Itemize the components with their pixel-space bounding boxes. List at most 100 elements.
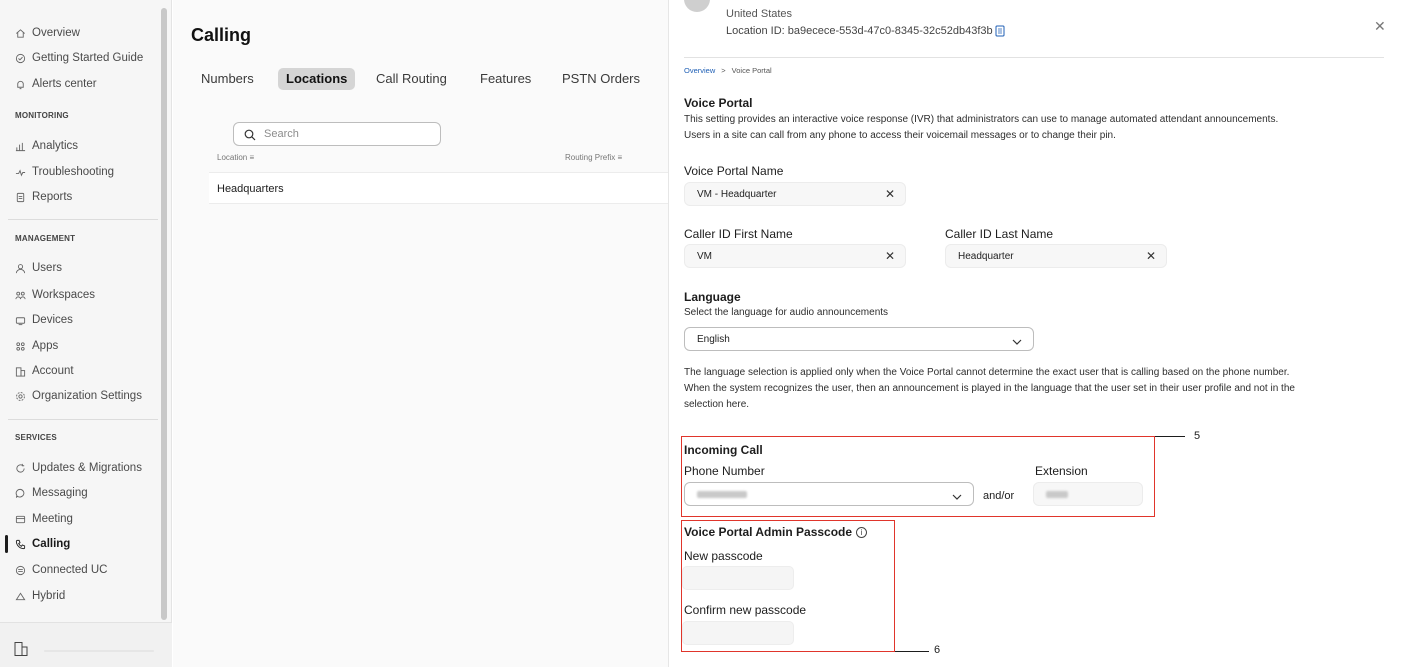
sidebar-item-label: Getting Started Guide — [32, 52, 144, 64]
refresh-icon — [15, 463, 26, 474]
sidebar-item-account[interactable]: Account — [15, 363, 74, 379]
section-label-management: MANAGEMENT — [15, 234, 76, 243]
sidebar-item-reports[interactable]: Reports — [15, 189, 72, 205]
footer-placeholder — [44, 650, 154, 652]
sidebar-item-organization-settings[interactable]: Organization Settings — [15, 388, 142, 404]
gear-icon — [15, 391, 26, 402]
column-header-label: Location — [217, 153, 248, 162]
clear-icon[interactable]: ✕ — [885, 249, 895, 263]
sidebar-item-label: Messaging — [32, 487, 88, 499]
sidebar-item-updates-migrations[interactable]: Updates & Migrations — [15, 460, 142, 476]
clear-icon[interactable]: ✕ — [885, 187, 895, 201]
sidebar-divider — [8, 219, 158, 220]
pulse-icon — [15, 167, 26, 178]
location-id: Location ID: ba9ecece-553d-47c0-8345-32c… — [726, 25, 1005, 37]
confirm-passcode-input[interactable] — [682, 621, 794, 645]
language-subtext: Select the language for audio announceme… — [684, 307, 889, 318]
tab-numbers[interactable]: Numbers — [201, 68, 254, 90]
sidebar-item-meeting[interactable]: Meeting — [15, 511, 73, 527]
callout-number-5: 5 — [1194, 430, 1201, 442]
close-icon[interactable]: ✕ — [1374, 18, 1386, 35]
sidebar: Overview Getting Started Guide Alerts ce… — [0, 0, 172, 667]
callout-line-5 — [1155, 436, 1185, 437]
connected-uc-icon — [15, 565, 26, 576]
voice-portal-description-1: This setting provides an interactive voi… — [684, 114, 1279, 125]
extension-field[interactable] — [1033, 482, 1143, 506]
breadcrumb: Overview > Voice Portal — [684, 66, 772, 75]
caller-id-last-name-value: Headquarter — [958, 250, 1014, 262]
location-id-text: Location ID: ba9ecece-553d-47c0-8345-32c… — [726, 25, 993, 37]
location-avatar — [684, 0, 710, 12]
home-icon — [15, 28, 26, 39]
section-label-monitoring: MONITORING — [15, 111, 69, 120]
sidebar-item-workspaces[interactable]: Workspaces — [15, 287, 95, 303]
column-header-routing-prefix[interactable]: Routing Prefix ≡ — [565, 153, 622, 163]
sidebar-item-label: Hybrid — [32, 590, 66, 602]
extension-label: Extension — [1035, 464, 1088, 478]
sidebar-item-analytics[interactable]: Analytics — [15, 138, 78, 154]
caller-id-first-name-field[interactable]: VM ✕ — [684, 244, 906, 268]
sidebar-item-alerts[interactable]: Alerts center — [15, 76, 97, 92]
language-note-1: The language selection is applied only w… — [684, 367, 1290, 378]
sidebar-item-users[interactable]: Users — [15, 260, 62, 276]
sidebar-item-label: Reports — [32, 191, 73, 203]
voice-portal-description-2: Users in a site can call from any phone … — [684, 130, 1116, 141]
sidebar-item-label: Account — [32, 365, 74, 377]
tab-features[interactable]: Features — [480, 68, 531, 90]
new-passcode-input[interactable] — [682, 566, 794, 590]
sidebar-item-calling[interactable]: Calling — [15, 536, 70, 552]
tab-pstn-orders[interactable]: PSTN Orders — [562, 68, 640, 90]
sidebar-item-label: Workspaces — [32, 289, 96, 301]
cloud-icon — [15, 591, 26, 602]
bell-icon — [15, 79, 26, 90]
clear-icon[interactable]: ✕ — [1146, 249, 1156, 263]
device-icon — [15, 315, 26, 326]
caller-id-last-name-field[interactable]: Headquarter ✕ — [945, 244, 1167, 268]
sidebar-scrollbar[interactable] — [161, 8, 167, 620]
sidebar-item-devices[interactable]: Devices — [15, 312, 73, 328]
breadcrumb-overview[interactable]: Overview — [684, 66, 715, 75]
column-header-location[interactable]: Location ≡ — [217, 153, 254, 163]
breadcrumb-current: Voice Portal — [731, 66, 772, 75]
sidebar-item-troubleshooting[interactable]: Troubleshooting — [15, 164, 114, 180]
chevron-down-icon — [1011, 334, 1023, 345]
breadcrumb-separator: > — [721, 66, 726, 75]
row-location-name: Headquarters — [217, 183, 284, 195]
language-select[interactable]: English — [684, 327, 1034, 351]
voice-portal-name-field[interactable]: VM - Headquarter ✕ — [684, 182, 906, 206]
main-content: Calling Numbers Locations Call Routing F… — [173, 0, 668, 667]
search-box[interactable] — [233, 122, 441, 146]
sidebar-item-label: Updates & Migrations — [32, 462, 142, 474]
sidebar-item-messaging[interactable]: Messaging — [15, 485, 88, 501]
check-circle-icon — [15, 53, 26, 64]
message-icon — [15, 488, 26, 499]
sidebar-item-connected-uc[interactable]: Connected UC — [15, 562, 107, 578]
tab-locations[interactable]: Locations — [278, 68, 356, 90]
search-input[interactable] — [264, 128, 424, 140]
sidebar-item-label: Calling — [32, 538, 71, 550]
voice-portal-heading: Voice Portal — [684, 96, 753, 110]
info-icon[interactable]: i — [856, 526, 868, 538]
tab-call-routing[interactable]: Call Routing — [376, 68, 447, 90]
sidebar-item-overview[interactable]: Overview — [15, 25, 80, 41]
chevron-down-icon — [951, 489, 963, 500]
sidebar-item-label: Devices — [32, 314, 73, 326]
search-icon — [244, 128, 256, 141]
meeting-icon — [15, 514, 26, 525]
copy-icon[interactable] — [995, 25, 1005, 37]
sidebar-item-apps[interactable]: Apps — [15, 338, 58, 354]
building-icon[interactable] — [14, 641, 28, 657]
voice-portal-name-label: Voice Portal Name — [684, 164, 784, 178]
sidebar-item-label: Overview — [32, 27, 80, 39]
redacted-phone-number — [697, 490, 747, 498]
sidebar-divider — [8, 419, 158, 420]
phone-icon — [15, 539, 26, 550]
sidebar-item-getting-started[interactable]: Getting Started Guide — [15, 50, 143, 66]
phone-number-select[interactable] — [684, 482, 974, 506]
caller-id-first-name-label: Caller ID First Name — [684, 227, 793, 241]
table-row[interactable]: Headquarters — [209, 172, 668, 204]
language-note-2: When the system recognizes the user, the… — [684, 383, 1295, 394]
sidebar-item-hybrid[interactable]: Hybrid — [15, 588, 65, 604]
sidebar-item-label: Connected UC — [32, 564, 108, 576]
active-indicator — [5, 535, 8, 553]
